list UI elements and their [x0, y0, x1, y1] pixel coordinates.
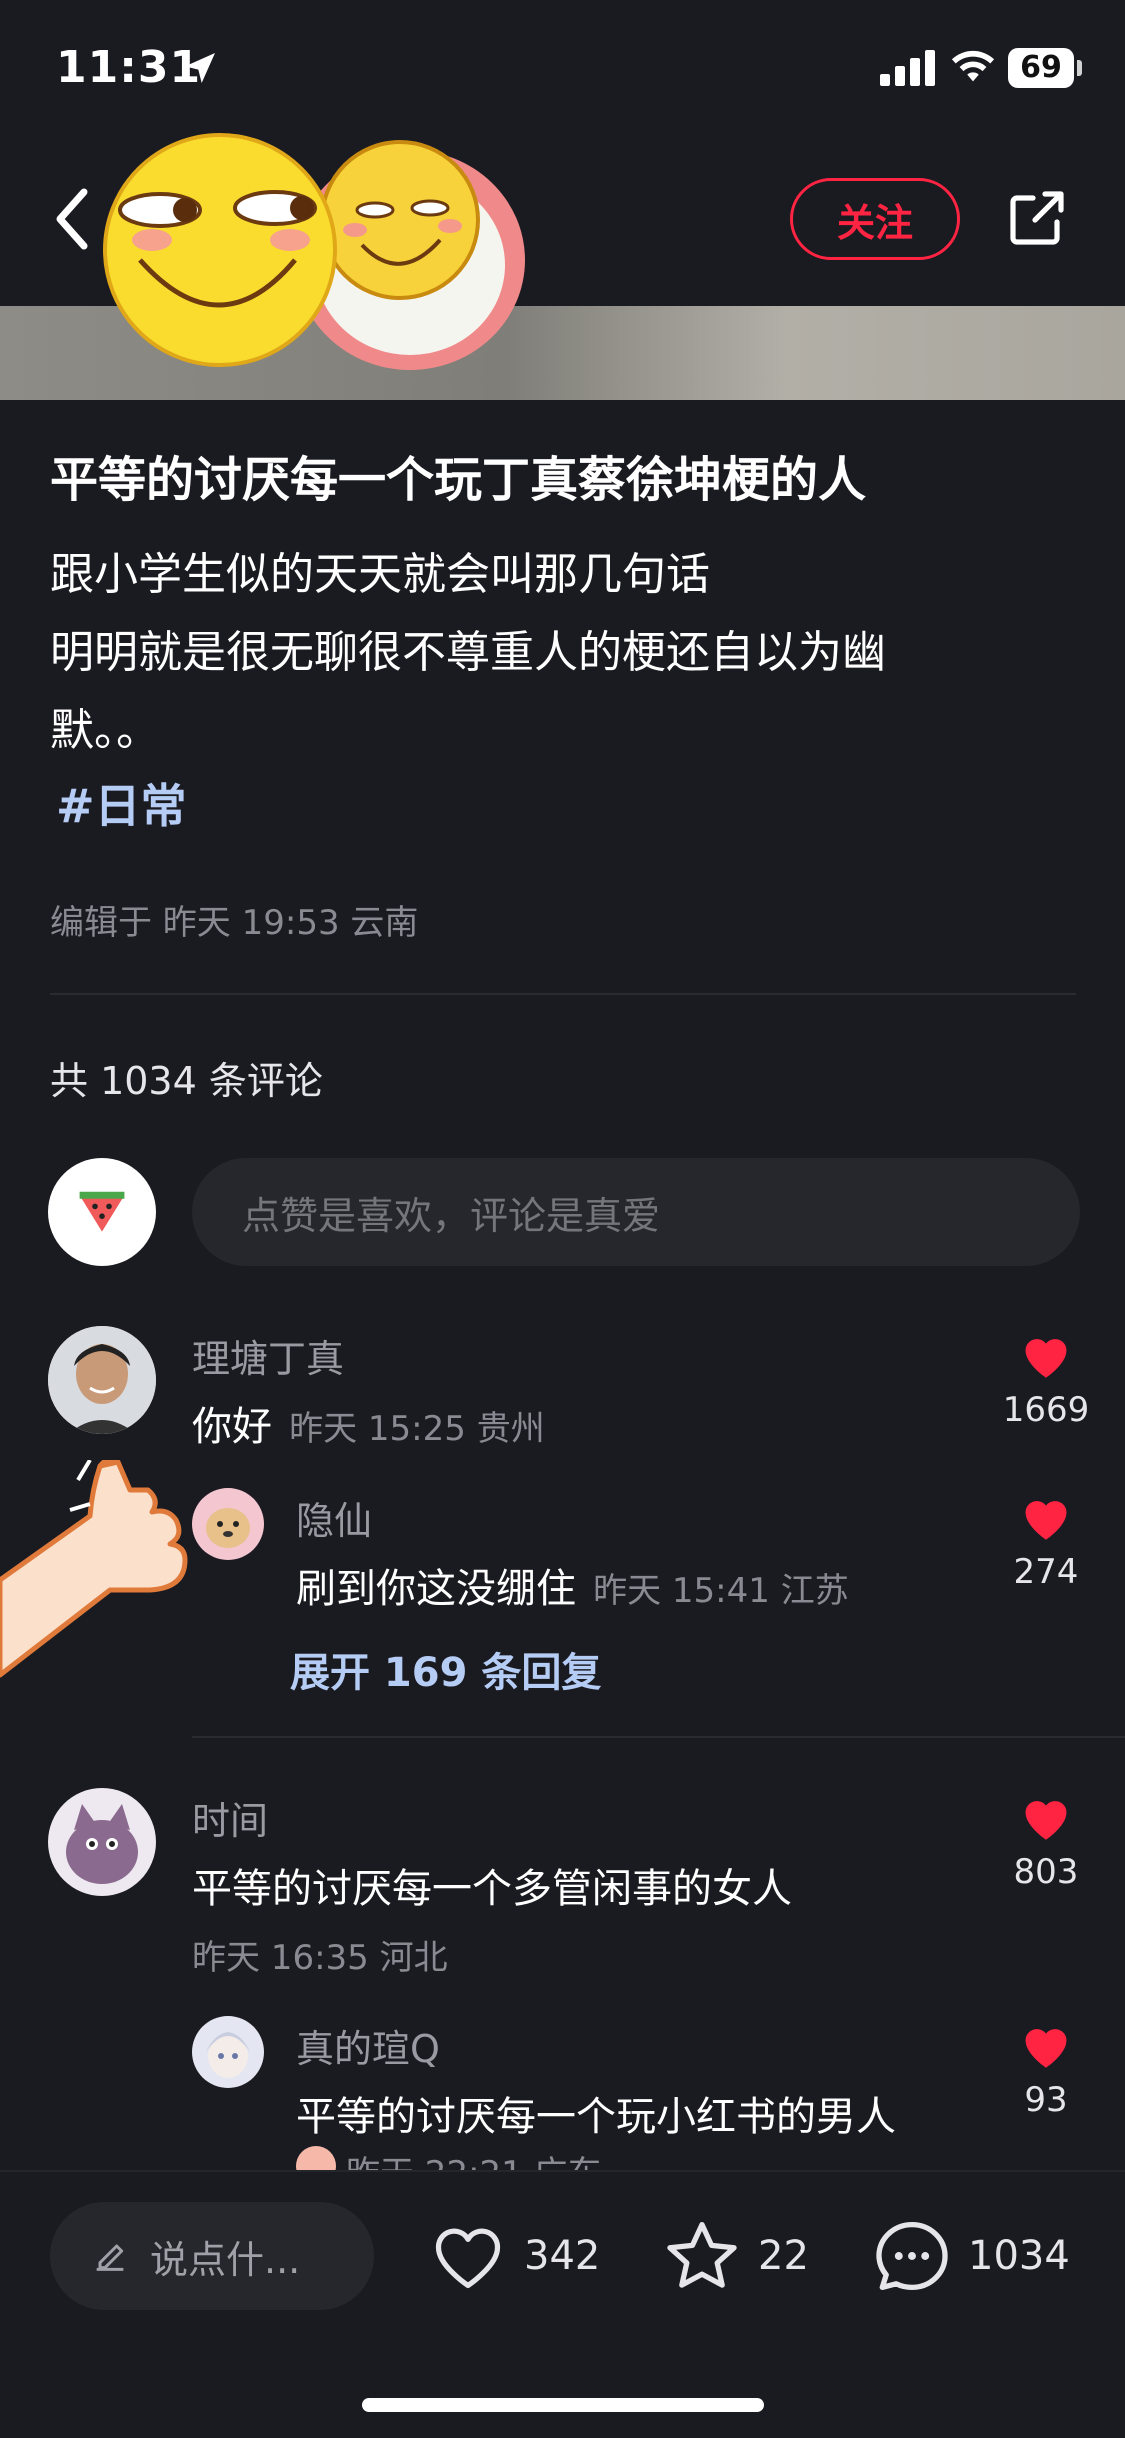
avatar[interactable] — [48, 1788, 156, 1896]
like-count: 93 — [1024, 2080, 1068, 2120]
avatar[interactable] — [192, 1488, 264, 1560]
battery-nub — [1077, 60, 1082, 76]
heart-icon — [1025, 1339, 1067, 1378]
comment-meta: 昨天 22:21 广东 — [296, 2146, 602, 2170]
post-body: 跟小学生似的天天就会叫那几句话 明明就是很无聊很不尊重人的梗还自以为幽 默。。 — [50, 536, 1050, 770]
post-body-line: 默。。 — [50, 705, 160, 756]
comment-meta: 昨天 15:25 贵州 — [289, 1409, 545, 1449]
thumbs-up-sticker-icon — [0, 1460, 188, 1678]
like-button[interactable]: 342 — [428, 2216, 600, 2296]
post-edited-meta: 编辑于 昨天 19:53 云南 — [50, 903, 419, 943]
dog-avatar-icon — [192, 1488, 264, 1560]
post-title: 平等的讨厌每一个玩丁真蔡徐坤梗的人 — [50, 452, 867, 508]
wifi-icon — [951, 50, 995, 82]
comment-input[interactable]: 点赞是喜欢，评论是真爱 — [192, 1158, 1080, 1266]
post-body-line: 明明就是很无聊很不尊重人的梗还自以为幽 — [50, 627, 886, 678]
comment-count: 共 1034 条评论 — [50, 1059, 323, 1103]
comment-text: 你好 — [192, 1404, 272, 1450]
like-count: 342 — [524, 2233, 601, 2279]
comment-body: 刷到你这没绷住 昨天 15:41 江苏 — [296, 1556, 849, 1614]
comment-author[interactable]: 理塘丁真 — [192, 1328, 344, 1383]
expand-replies-link[interactable]: 展开 169 条回复 — [290, 1640, 601, 1698]
comment-text: 刷到你这没绷住 — [296, 1566, 576, 1612]
like-count: 274 — [1013, 1552, 1079, 1592]
comment-like-button[interactable]: 1669 — [996, 1330, 1096, 1430]
battery-indicator: 69 — [1008, 48, 1074, 88]
cellular-signal-icon — [880, 50, 935, 86]
share-icon[interactable] — [1005, 186, 1069, 250]
person-avatar-icon — [48, 1326, 156, 1434]
say-something-input[interactable]: 说点什... — [50, 2202, 374, 2310]
comment-like-button[interactable]: 93 — [996, 2020, 1096, 2120]
comment-author[interactable]: 隐仙 — [296, 1490, 372, 1545]
location-arrow-icon — [185, 53, 215, 83]
heart-icon — [1025, 2029, 1067, 2068]
favorite-count: 22 — [758, 2233, 809, 2279]
comment-author[interactable]: 真的瑄Q — [296, 2018, 440, 2073]
anime-avatar-icon — [192, 2016, 264, 2088]
chat-bubble-icon — [876, 2221, 948, 2291]
home-indicator[interactable] — [362, 2398, 764, 2412]
hashtag-link[interactable]: #日常 — [56, 770, 187, 836]
comment-meta: 昨天 16:35 河北 — [192, 1938, 448, 1978]
comment-meta: 昨天 15:41 江苏 — [593, 1571, 849, 1611]
like-count: 1669 — [1002, 1390, 1090, 1430]
heart-outline-icon — [435, 2228, 501, 2289]
say-something-placeholder: 说点什... — [150, 2237, 301, 2282]
cat-avatar-icon — [48, 1788, 156, 1896]
comment-text: 平等的讨厌每一个多管闲事的女人 — [192, 1866, 792, 1912]
comment-like-button[interactable]: 274 — [996, 1492, 1096, 1592]
post-body-line: 跟小学生似的天天就会叫那几句话 — [50, 549, 710, 600]
heart-icon — [1025, 1801, 1067, 1840]
comment-meta-text: 昨天 22:21 广东 — [346, 2154, 602, 2170]
comment-button[interactable]: 1034 — [872, 2216, 1070, 2296]
avatar[interactable] — [48, 1326, 156, 1434]
my-avatar — [48, 1158, 156, 1266]
watermelon-icon — [79, 1191, 125, 1232]
comment-like-button[interactable]: 803 — [996, 1792, 1096, 1892]
favorite-button[interactable]: 22 — [662, 2216, 809, 2296]
star-outline-icon — [667, 2221, 737, 2288]
avatar[interactable] — [192, 2016, 264, 2088]
comment-author[interactable]: 时间 — [192, 1790, 268, 1845]
heart-icon — [1025, 1501, 1067, 1540]
divider — [192, 1736, 1125, 1738]
peach-icon — [296, 2146, 336, 2170]
divider — [50, 993, 1076, 995]
comment-body: 你好 昨天 15:25 贵州 — [192, 1394, 545, 1452]
follow-button[interactable]: 关注 — [790, 178, 960, 260]
like-count: 803 — [1013, 1852, 1079, 1892]
pencil-icon — [96, 2244, 124, 2271]
comment-count-bottom: 1034 — [968, 2233, 1070, 2279]
comment-text: 平等的讨厌每一个玩小红书的男人 — [296, 2094, 896, 2140]
emoji-sticker-icon — [103, 133, 525, 370]
